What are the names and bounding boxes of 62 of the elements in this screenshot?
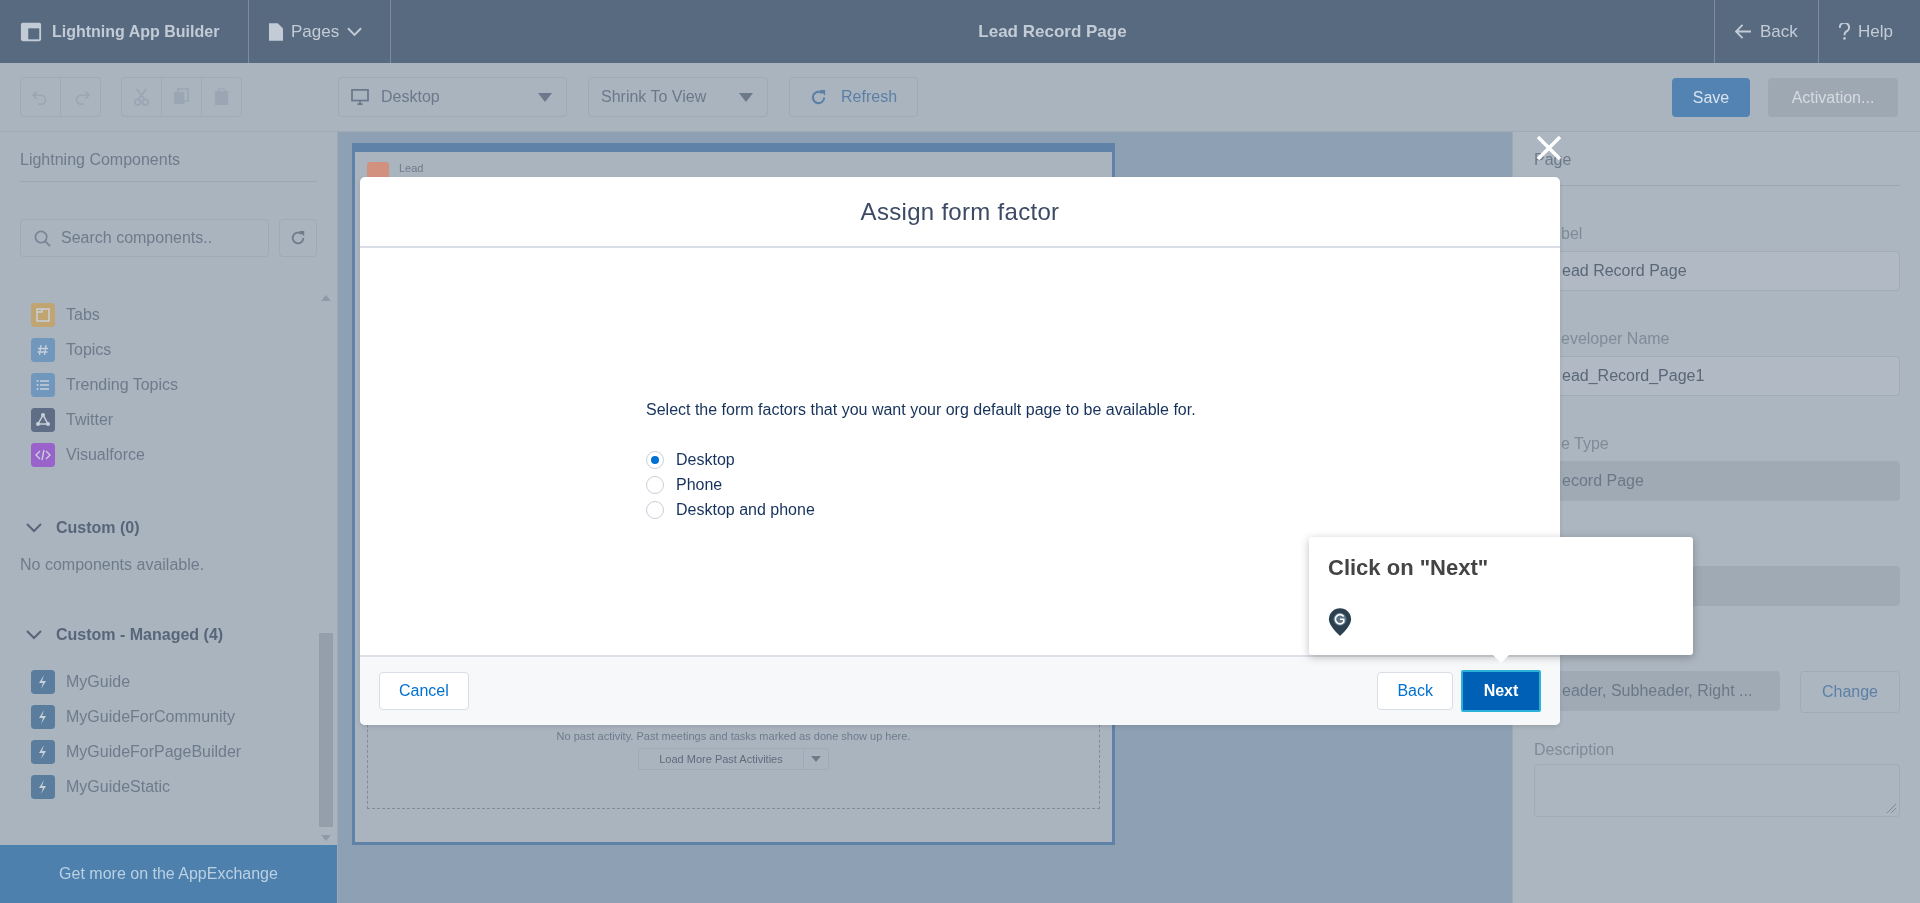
section-header[interactable]: Custom (0): [56, 518, 140, 537]
modal-instructions: Select the form factors that you want your org default page to be available for.: [646, 401, 1197, 419]
back-button[interactable]: Back: [1377, 672, 1453, 710]
component-item[interactable]: MyGuideStatic: [66, 777, 171, 796]
lightning-bolt-icon: [31, 774, 55, 799]
zoom-dropdown[interactable]: Shrink To View: [588, 77, 768, 117]
panel-title: Lightning Components: [20, 151, 317, 182]
refresh-icon: [290, 230, 306, 246]
caret-down-icon: [538, 92, 552, 102]
chevron-down-icon[interactable]: [26, 522, 42, 533]
option-label[interactable]: Desktop: [676, 450, 735, 469]
refresh-icon: [810, 88, 827, 106]
lightning-bolt-icon: [31, 739, 55, 764]
component-item[interactable]: MyGuide: [66, 672, 131, 691]
help-icon: [1839, 23, 1850, 40]
list-icon: [31, 372, 55, 397]
map-pin-icon: [1328, 607, 1352, 637]
component-item[interactable]: Trending Topics: [66, 375, 179, 394]
page-title: Lead Record Page: [978, 21, 1127, 42]
arrow-left-icon: [1735, 24, 1752, 39]
component-item[interactable]: Visualforce: [66, 445, 145, 464]
save-button[interactable]: Save: [1672, 77, 1750, 117]
app-builder-icon: [20, 20, 42, 43]
monitor-icon: [351, 89, 369, 105]
help-button[interactable]: Help: [1839, 21, 1893, 42]
empty-message: No components available.: [19, 555, 206, 575]
refresh-button[interactable]: Refresh: [789, 77, 919, 117]
component-item[interactable]: MyGuideForPageBuilder: [66, 742, 242, 761]
chevron-down-icon: [347, 26, 363, 37]
network-icon: [31, 407, 55, 432]
page-icon: [269, 22, 283, 41]
activity-message: No past activity. Past meetings and tasks marked as done show up here.: [556, 730, 911, 742]
pages-menu[interactable]: Pages: [269, 21, 363, 42]
lightning-bolt-icon: [31, 669, 55, 694]
option-label[interactable]: Desktop and phone: [676, 500, 815, 519]
chevron-down-icon[interactable]: [26, 629, 42, 640]
description-field[interactable]: [1534, 764, 1900, 817]
search-field[interactable]: Search components..: [20, 219, 269, 257]
back-button[interactable]: Back: [1735, 21, 1798, 42]
search-icon: [34, 230, 51, 247]
modal-title: Assign form factor: [360, 177, 1560, 248]
caret-down-icon: [810, 756, 821, 762]
cancel-button[interactable]: Cancel: [379, 672, 469, 710]
resize-handle-icon: [1886, 803, 1896, 813]
code-icon: [31, 442, 55, 467]
device-dropdown[interactable]: Desktop: [338, 77, 567, 117]
app-title: Lightning App Builder: [52, 22, 220, 41]
component-item[interactable]: Twitter: [66, 410, 114, 429]
lightning-bolt-icon: [31, 704, 55, 729]
record-type-label: Lead: [399, 162, 424, 174]
component-item[interactable]: Topics: [66, 340, 112, 359]
component-item[interactable]: Tabs: [66, 305, 100, 324]
caret-down-icon: [739, 92, 753, 102]
next-button[interactable]: Next: [1461, 670, 1541, 712]
appexchange-link[interactable]: Get more on the AppExchange: [0, 845, 337, 903]
section-header[interactable]: Custom - Managed (4): [56, 625, 224, 644]
tooltip-text: Click on "Next": [1328, 555, 1490, 581]
refresh-button[interactable]: [279, 219, 317, 257]
option-label[interactable]: Phone: [676, 475, 723, 494]
component-item[interactable]: MyGuideForCommunity: [66, 707, 235, 726]
tabs-icon: [31, 302, 55, 327]
hashtag-icon: [31, 337, 55, 362]
